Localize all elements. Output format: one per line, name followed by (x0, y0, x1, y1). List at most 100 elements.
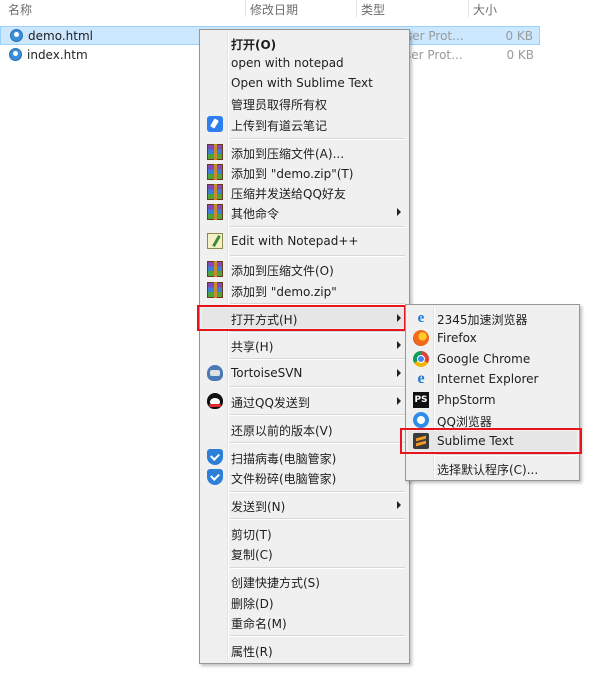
menu-item-qq-browser[interactable]: QQ浏览器 (408, 410, 577, 430)
file-type: ser Prot... (406, 29, 464, 43)
menu-item-label: 打开(O) (231, 38, 277, 52)
menu-item-label: 上传到有道云笔记 (231, 119, 328, 133)
menu-item-label: 属性(R) (231, 645, 273, 659)
column-divider[interactable] (245, 0, 246, 17)
menu-item-upload-youdao[interactable]: 上传到有道云笔记 (202, 114, 407, 134)
menu-separator (230, 386, 405, 388)
menu-separator (230, 226, 405, 228)
qq-browser-icon (413, 412, 429, 428)
menu-item-properties[interactable]: 属性(R) (202, 640, 407, 660)
menu-item-chrome[interactable]: Google Chrome (408, 349, 577, 369)
menu-item-label: 管理员取得所有权 (231, 98, 328, 112)
menu-item-copy[interactable]: 复制(C) (202, 543, 407, 563)
menu-item-label: 添加到压缩文件(A)... (231, 147, 345, 161)
menu-item-label: 文件粉碎(电脑管家) (231, 472, 337, 486)
menu-item-choose-default[interactable]: 选择默认程序(C)... (408, 458, 577, 478)
menu-item-open-notepad[interactable]: open with notepad (202, 53, 407, 73)
menu-item-firefox[interactable]: Firefox (408, 328, 577, 348)
menu-item-send-to[interactable]: 发送到(N) (202, 495, 407, 515)
file-size: 0 KB (505, 29, 533, 43)
tortoisesvn-icon (207, 365, 223, 381)
menu-separator (230, 358, 405, 360)
menu-item-label: Internet Explorer (437, 372, 539, 386)
column-header-type[interactable]: 类型 (361, 1, 385, 18)
submenu-arrow-icon (397, 208, 401, 216)
menu-item-label: 复制(C) (231, 548, 273, 562)
menu-item-label: 共享(H) (231, 340, 274, 354)
winrar-icon (207, 261, 223, 277)
menu-item-2345-browser[interactable]: e 2345加速浏览器 (408, 308, 577, 328)
menu-item-other-commands[interactable]: 其他命令 (202, 202, 407, 222)
menu-item-label: Google Chrome (437, 352, 531, 366)
menu-item-internet-explorer[interactable]: e Internet Explorer (408, 369, 577, 389)
menu-item-open[interactable]: 打开(O) (202, 33, 407, 53)
menu-item-label: 2345加速浏览器 (437, 313, 528, 327)
menu-item-rename[interactable]: 重命名(M) (202, 612, 407, 632)
column-header-size[interactable]: 大小 (473, 1, 497, 18)
youdao-note-icon (207, 116, 223, 132)
menu-item-label: 还原以前的版本(V) (231, 424, 333, 438)
menu-item-open-sublime[interactable]: Open with Sublime Text (202, 73, 407, 93)
menu-item-label: 删除(D) (231, 597, 274, 611)
phpstorm-icon: PS (413, 392, 429, 408)
menu-item-label: 选择默认程序(C)... (437, 463, 539, 477)
menu-separator (230, 414, 405, 416)
menu-separator (230, 635, 405, 637)
menu-item-label: 剪切(T) (231, 528, 272, 542)
html-file-icon (9, 48, 22, 61)
submenu-arrow-icon (397, 369, 401, 377)
winrar-icon (207, 184, 223, 200)
menu-item-label: 通过QQ发送到 (231, 396, 310, 410)
menu-item-create-shortcut[interactable]: 创建快捷方式(S) (202, 571, 407, 591)
menu-item-add-demo-zip[interactable]: 添加到 "demo.zip" (202, 280, 407, 300)
submenu-arrow-icon (397, 501, 401, 509)
menu-separator (230, 491, 405, 493)
menu-item-label: PhpStorm (437, 393, 496, 407)
menu-separator (230, 567, 405, 569)
highlight-box-open-with (197, 305, 406, 331)
file-name: index.htm (27, 48, 88, 62)
html-file-icon (10, 29, 23, 42)
menu-item-add-demo-zip-t[interactable]: 添加到 "demo.zip"(T) (202, 162, 407, 182)
chrome-icon (413, 351, 429, 367)
menu-item-admin-ownership[interactable]: 管理员取得所有权 (202, 93, 407, 113)
column-divider[interactable] (468, 0, 469, 17)
menu-item-label: Firefox (437, 331, 477, 345)
menu-item-edit-notepadpp[interactable]: Edit with Notepad++ (202, 231, 407, 251)
menu-item-shred-file[interactable]: 文件粉碎(电脑管家) (202, 467, 407, 487)
menu-item-label: 压缩并发送给QQ好友 (231, 187, 346, 201)
menu-item-label: 创建快捷方式(S) (231, 576, 320, 590)
shield-icon (207, 449, 223, 465)
menu-item-send-via-qq[interactable]: 通过QQ发送到 (202, 391, 407, 411)
menu-item-restore-previous[interactable]: 还原以前的版本(V) (202, 419, 407, 439)
menu-item-label: 添加到 "demo.zip"(T) (231, 167, 354, 181)
internet-explorer-icon: e (417, 370, 425, 387)
column-header-name[interactable]: 名称 (8, 1, 32, 18)
menu-item-phpstorm[interactable]: PS PhpStorm (408, 390, 577, 410)
menu-item-delete[interactable]: 删除(D) (202, 592, 407, 612)
menu-item-tortoisesvn[interactable]: TortoiseSVN (202, 363, 407, 383)
column-header-modified[interactable]: 修改日期 (250, 1, 298, 18)
menu-separator (230, 442, 405, 444)
context-menu: 打开(O) open with notepad Open with Sublim… (199, 29, 410, 664)
menu-item-scan-virus[interactable]: 扫描病毒(电脑管家) (202, 447, 407, 467)
menu-item-add-archive-o[interactable]: 添加到压缩文件(O) (202, 259, 407, 279)
submenu-arrow-icon (397, 397, 401, 405)
menu-item-add-archive[interactable]: 添加到压缩文件(A)... (202, 142, 407, 162)
winrar-icon (207, 204, 223, 220)
menu-separator (230, 255, 405, 257)
menu-item-compress-send-qq[interactable]: 压缩并发送给QQ好友 (202, 182, 407, 202)
open-with-submenu: e 2345加速浏览器 Firefox Google Chrome e Inte… (405, 304, 580, 481)
winrar-icon (207, 282, 223, 298)
file-list-header: 名称 修改日期 类型 大小 (0, 0, 600, 17)
column-divider[interactable] (356, 0, 357, 17)
menu-item-cut[interactable]: 剪切(T) (202, 523, 407, 543)
menu-item-label: open with notepad (231, 56, 344, 70)
menu-item-label: 添加到 "demo.zip" (231, 285, 337, 299)
winrar-icon (207, 144, 223, 160)
menu-item-label: 其他命令 (231, 207, 280, 221)
menu-item-label: TortoiseSVN (231, 366, 303, 380)
menu-item-share[interactable]: 共享(H) (202, 335, 407, 355)
menu-item-label: 重命名(M) (231, 617, 287, 631)
menu-item-label: Open with Sublime Text (231, 76, 373, 90)
